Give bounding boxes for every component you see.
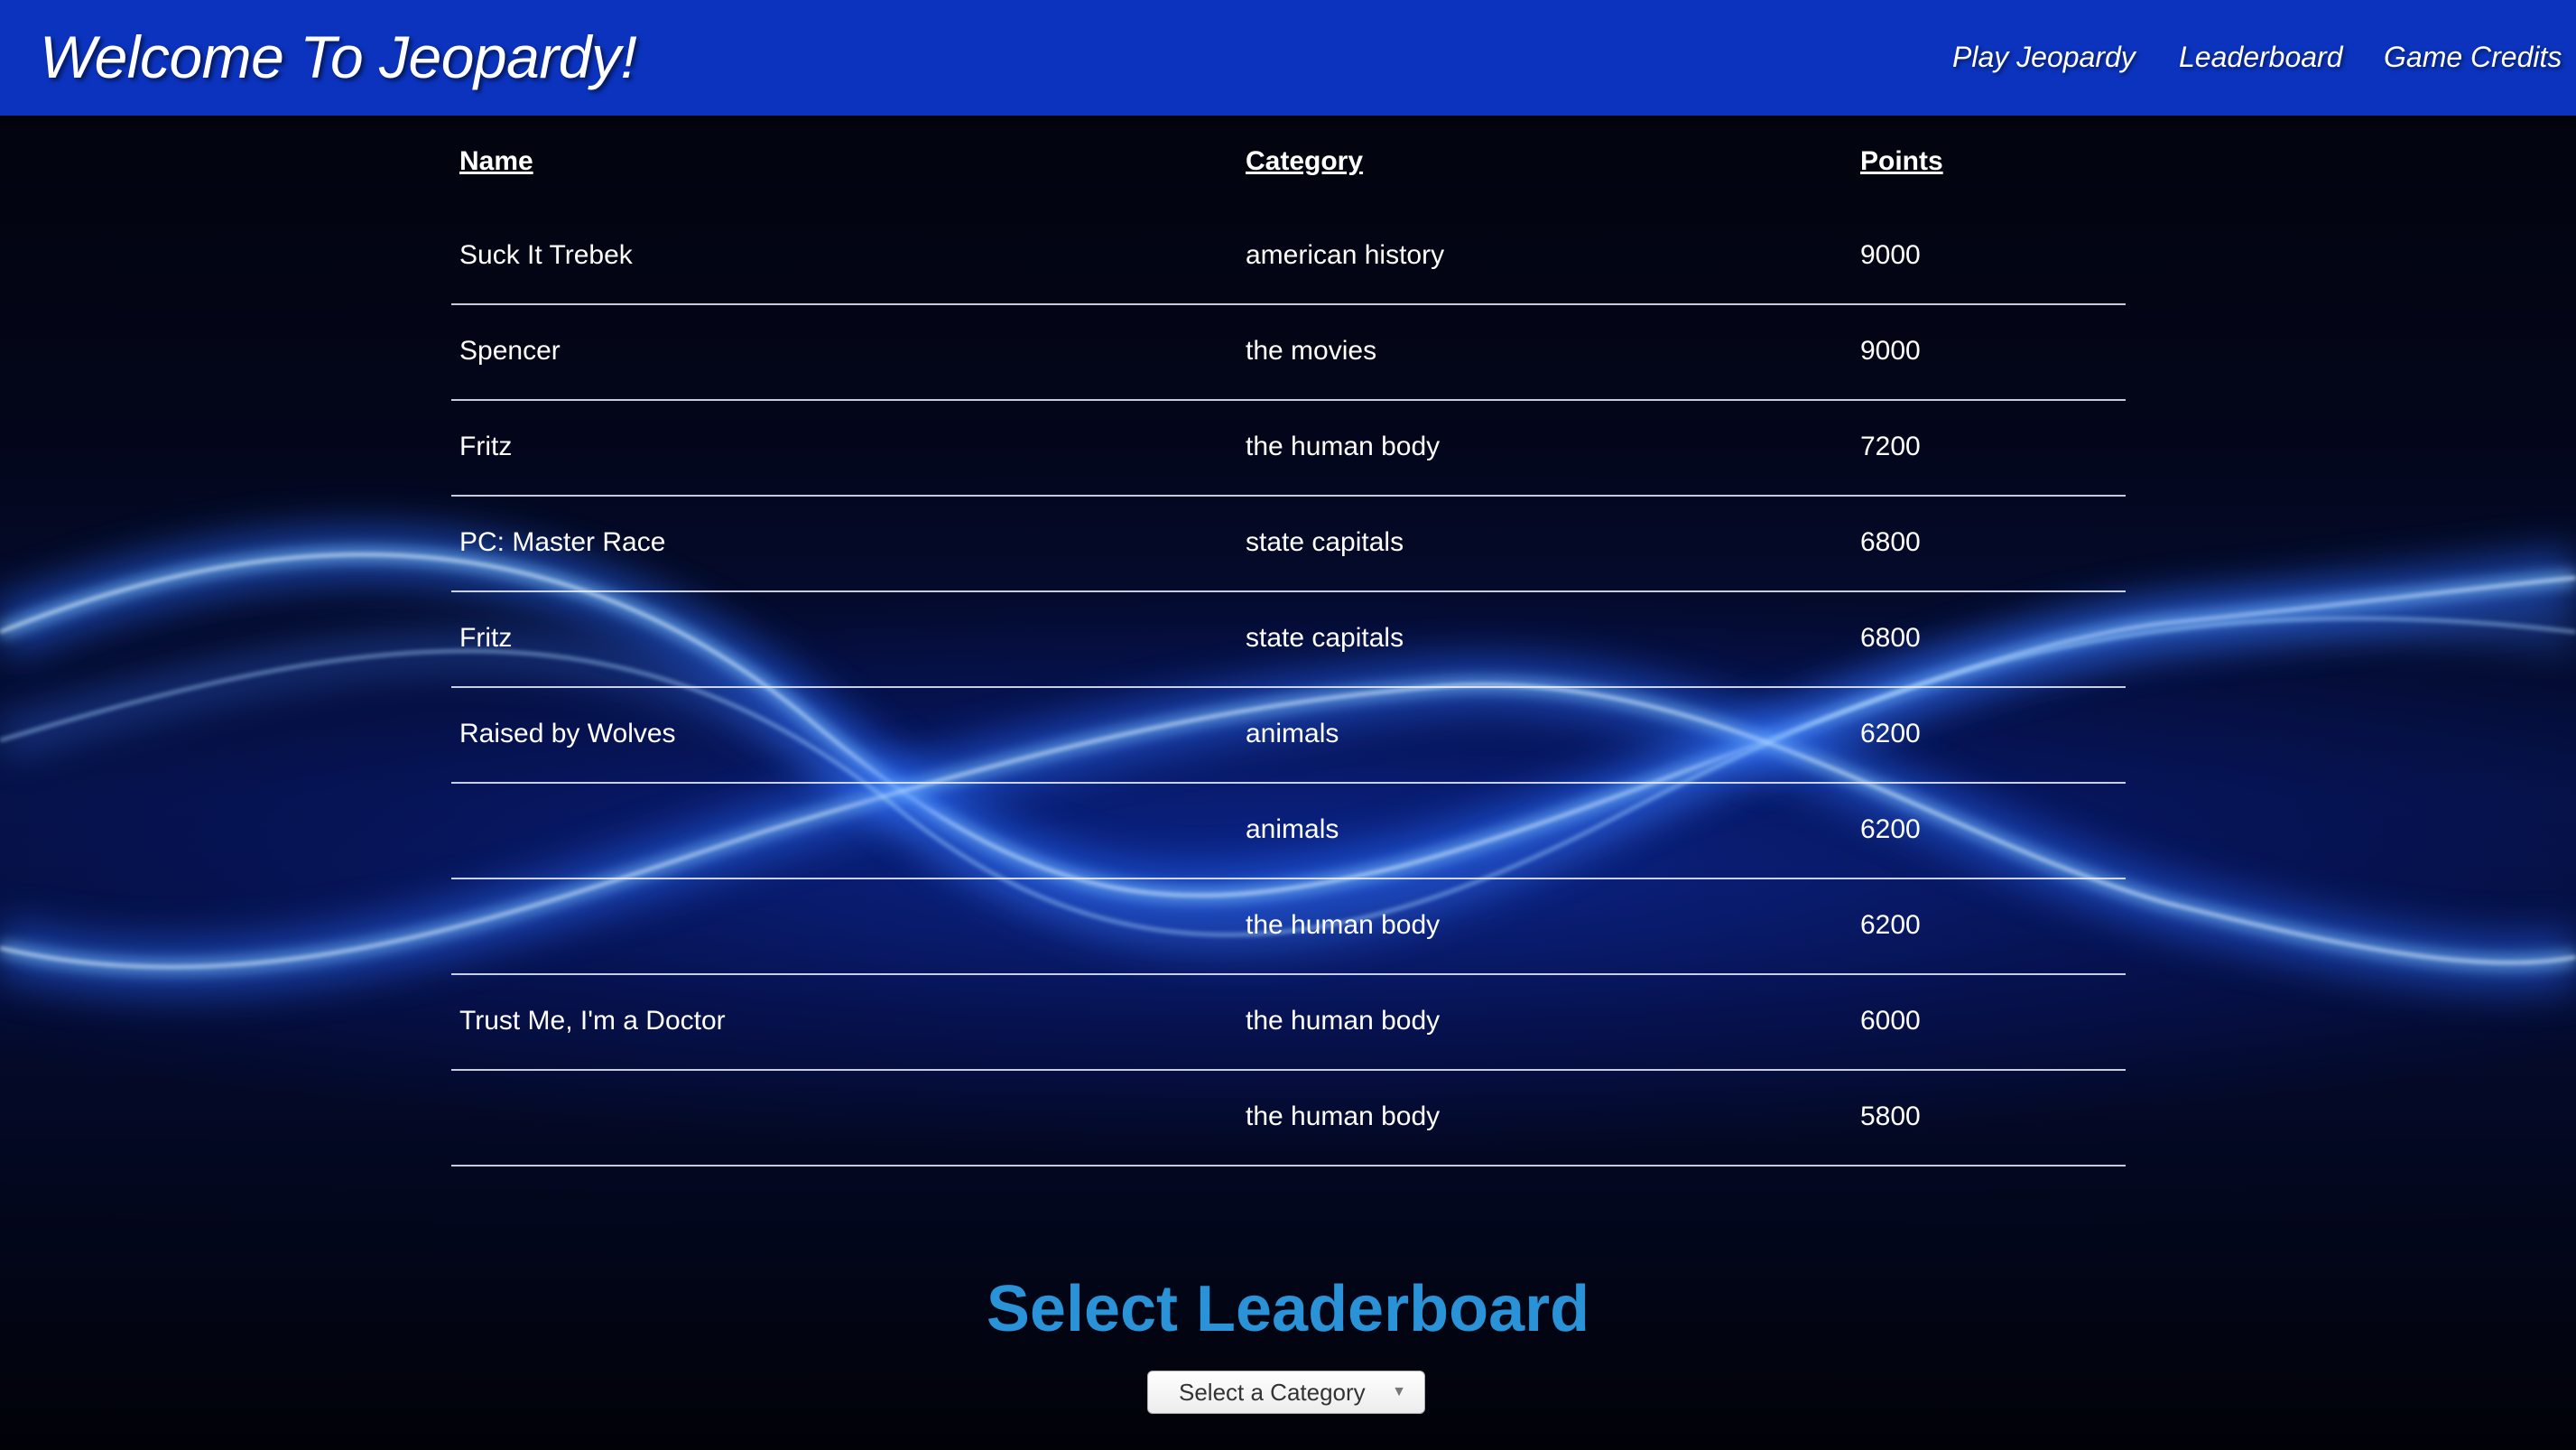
cell-category: state capitals xyxy=(1246,527,1404,557)
nav-link-leaderboard[interactable]: Leaderboard xyxy=(2179,34,2342,79)
table-row: Spencer the movies 9000 xyxy=(451,305,2126,401)
cell-points: 6200 xyxy=(1860,910,1921,940)
cell-category: the human body xyxy=(1246,1006,1441,1036)
table-row: Trust Me, I'm a Doctor the human body 60… xyxy=(451,975,2126,1071)
chevron-down-icon: ▼ xyxy=(1392,1384,1406,1399)
table-row: PC: Master Race state capitals 6800 xyxy=(451,497,2126,592)
table-row: the human body 6200 xyxy=(451,879,2126,975)
top-navbar: Welcome To Jeopardy! Play Jeopardy Leade… xyxy=(0,0,2576,116)
cell-category: animals xyxy=(1246,814,1339,844)
cell-points: 7200 xyxy=(1860,432,1921,461)
nav-link-play-jeopardy[interactable]: Play Jeopardy xyxy=(1952,34,2136,79)
category-select-value: Select a Category xyxy=(1179,1379,1366,1406)
select-leaderboard-heading: Select Leaderboard xyxy=(986,1273,1590,1345)
table-row: Fritz state capitals 6800 xyxy=(451,592,2126,688)
cell-points: 6200 xyxy=(1860,719,1921,748)
cell-points: 9000 xyxy=(1860,336,1921,366)
cell-points: 6800 xyxy=(1860,527,1921,557)
cell-points: 5800 xyxy=(1860,1101,1921,1131)
cell-name: Trust Me, I'm a Doctor xyxy=(459,1006,726,1036)
table-row: Suck It Trebek american history 9000 xyxy=(451,209,2126,305)
cell-category: animals xyxy=(1246,719,1339,748)
cell-points: 6200 xyxy=(1860,814,1921,844)
cell-category: the human body xyxy=(1246,910,1441,940)
column-header-points: Points xyxy=(1860,146,1943,176)
cell-name: Fritz xyxy=(459,432,513,461)
cell-category: the human body xyxy=(1246,1101,1441,1131)
leaderboard-table: Name Category Points Suck It Trebek amer… xyxy=(451,116,2126,1167)
cell-category: state capitals xyxy=(1246,623,1404,653)
site-title[interactable]: Welcome To Jeopardy! xyxy=(40,16,637,98)
cell-name: Spencer xyxy=(459,336,561,366)
cell-name: Fritz xyxy=(459,623,513,653)
table-header-row: Name Category Points xyxy=(451,116,2126,209)
cell-points: 6000 xyxy=(1860,1006,1921,1036)
cell-name: Suck It Trebek xyxy=(459,240,633,270)
cell-name: PC: Master Race xyxy=(459,527,666,557)
table-row: Fritz the human body 7200 xyxy=(451,401,2126,497)
category-select-dropdown[interactable]: Select a Category ▼ xyxy=(1147,1371,1425,1414)
cell-category: the movies xyxy=(1246,336,1377,366)
column-header-category: Category xyxy=(1246,146,1364,176)
page: Welcome To Jeopardy! Play Jeopardy Leade… xyxy=(0,0,2576,1450)
cell-name: Raised by Wolves xyxy=(459,719,676,748)
table-row: the human body 5800 xyxy=(451,1071,2126,1167)
cell-points: 6800 xyxy=(1860,623,1921,653)
cell-category: american history xyxy=(1246,240,1445,270)
cell-points: 9000 xyxy=(1860,240,1921,270)
table-row: Raised by Wolves animals 6200 xyxy=(451,688,2126,784)
nav-link-game-credits[interactable]: Game Credits xyxy=(2384,34,2562,79)
cell-category: the human body xyxy=(1246,432,1441,461)
column-header-name: Name xyxy=(459,146,533,176)
table-row: animals 6200 xyxy=(451,784,2126,879)
